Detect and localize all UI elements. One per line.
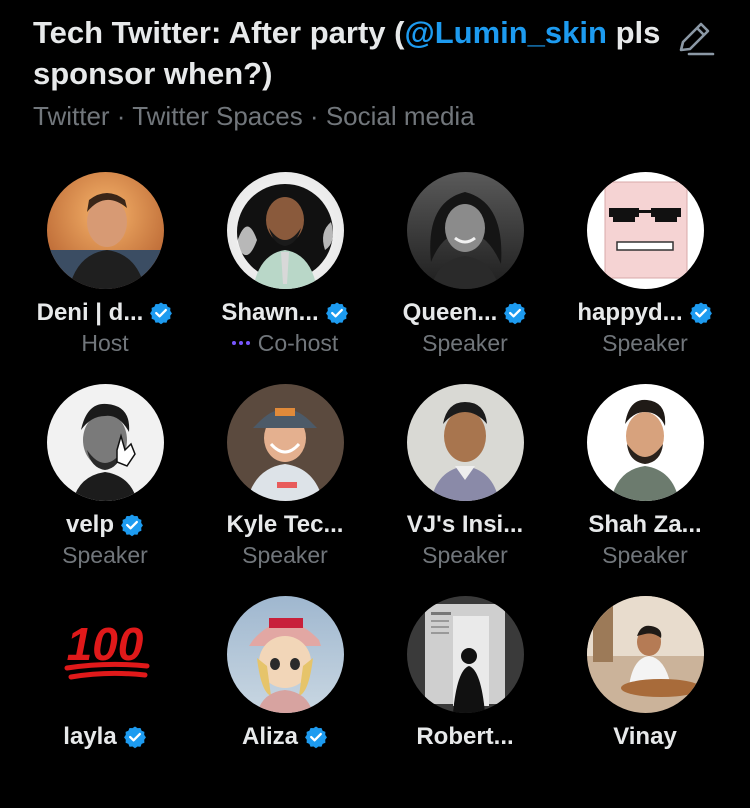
avatar[interactable] <box>226 384 344 501</box>
avatar[interactable] <box>586 172 704 289</box>
verified-badge-icon <box>688 301 713 325</box>
verified-badge-icon <box>149 301 174 325</box>
participant-tile[interactable]: Queen... Speaker <box>375 172 555 384</box>
participant-tile[interactable]: Vinay <box>555 596 735 808</box>
participant-name: layla <box>63 723 117 750</box>
participant-name: Queen... <box>402 299 498 326</box>
avatar[interactable] <box>586 384 704 501</box>
participant-role: Host <box>81 329 129 356</box>
participant-role: Co-host <box>257 329 339 356</box>
avatar-photo-person-icon <box>586 384 704 501</box>
participant-tile[interactable]: happyd... Speaker <box>555 172 735 384</box>
avatar-photo-person-icon <box>406 172 524 289</box>
verified-badge-icon <box>304 725 328 749</box>
participant-role: Speaker <box>62 541 148 568</box>
verified-badge-icon <box>324 301 349 325</box>
avatar-anime-character-icon <box>226 596 344 713</box>
participant-tile[interactable]: velp Speaker <box>15 384 195 596</box>
avatar[interactable] <box>406 596 524 713</box>
participant-role: Speaker <box>602 541 688 568</box>
avatar-pixel-sunglasses-icon <box>586 172 704 289</box>
pencil-icon <box>679 22 715 56</box>
verified-badge-icon <box>503 301 528 325</box>
participant-role: Speaker <box>422 329 508 356</box>
participant-tile[interactable]: Shawn... Co-host <box>195 172 375 384</box>
participant-role: Speaker <box>242 541 328 568</box>
avatar[interactable] <box>406 172 524 289</box>
avatar[interactable] <box>226 172 344 289</box>
participant-tile[interactable]: Robert... <box>375 596 555 808</box>
participant-tile[interactable]: Shah Za... Speaker <box>555 384 735 596</box>
avatar[interactable] <box>226 596 344 713</box>
participant-tile[interactable]: Deni | d... Host <box>15 172 195 384</box>
space-title-prefix: Tech Twitter: After party ( <box>33 15 405 50</box>
avatar-photo-person-icon <box>586 596 704 713</box>
participant-tile[interactable]: 100 layla <box>15 596 195 808</box>
avatar[interactable]: 100 <box>47 596 164 713</box>
avatar[interactable] <box>586 596 704 713</box>
participant-name: Kyle Tec... <box>226 511 344 538</box>
speaking-indicator-icon <box>231 341 250 345</box>
avatar-photo-person-icon <box>226 172 344 289</box>
participant-name: happyd... <box>577 299 683 326</box>
avatar-photo-person-icon <box>46 384 164 501</box>
participant-name: Vinay <box>613 723 677 750</box>
avatar[interactable] <box>46 384 164 501</box>
participant-tile[interactable]: Kyle Tec... Speaker <box>195 384 375 596</box>
participant-tile[interactable]: VJ's Insi... Speaker <box>375 384 555 596</box>
participant-role: Speaker <box>422 541 508 568</box>
avatar[interactable] <box>46 172 164 289</box>
participant-name: Aliza <box>241 723 298 750</box>
participant-name: Robert... <box>416 723 514 750</box>
avatar[interactable] <box>406 384 524 501</box>
avatar-photo-person-icon <box>46 172 164 289</box>
participant-name: velp <box>65 511 115 538</box>
avatar-photo-person-icon <box>406 384 524 501</box>
hundred-points-emoji-icon: 100 <box>64 618 149 680</box>
participants-grid: Deni | d... Host Shawn... Co-host Queen.… <box>15 172 735 808</box>
participant-name: Deni | d... <box>36 299 144 326</box>
edit-button[interactable] <box>672 14 718 60</box>
participant-name: Shah Za... <box>588 511 702 538</box>
participant-tile[interactable]: Aliza <box>195 596 375 808</box>
verified-badge-icon <box>122 725 147 749</box>
participant-name: Shawn... <box>221 299 319 326</box>
space-title: Tech Twitter: After party (@Lumin_skin p… <box>33 12 673 94</box>
avatar-photo-person-icon <box>226 384 344 501</box>
avatar-photo-person-icon <box>406 596 524 713</box>
participant-name: VJ's Insi... <box>406 511 524 538</box>
space-title-mention[interactable]: @Lumin_skin <box>404 15 606 50</box>
space-topics: Twitter · Twitter Spaces · Social media <box>33 101 475 131</box>
participant-role: Speaker <box>602 329 688 356</box>
verified-badge-icon <box>120 513 145 537</box>
